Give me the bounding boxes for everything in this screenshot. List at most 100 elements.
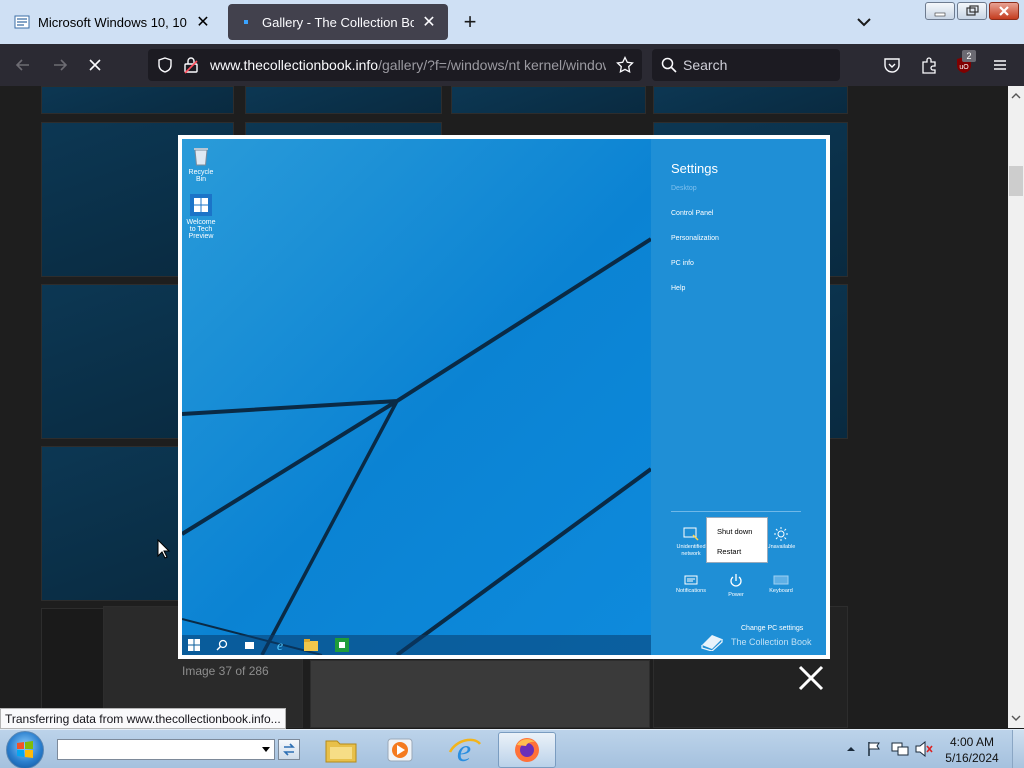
taskbar-app-internet-explorer[interactable]: e [438, 732, 490, 768]
vertical-scrollbar[interactable] [1008, 86, 1024, 728]
windows-taskbar: e 4:00 AM 5/16/2024 [0, 729, 1024, 768]
charm-item-personalization[interactable]: Personalization [671, 235, 719, 242]
clock-time: 4:00 AM [949, 735, 995, 749]
power-icon [730, 574, 742, 587]
taskbar-app-explorer[interactable] [315, 732, 367, 768]
quick-setting-notifications[interactable]: Notifications [674, 575, 708, 595]
scroll-down-arrow-icon[interactable] [1011, 714, 1021, 722]
network-status-icon[interactable] [891, 741, 909, 757]
charm-item-pc-info[interactable]: PC info [671, 260, 694, 267]
charm-title: Settings [671, 161, 718, 176]
recycle-bin-icon [194, 148, 208, 166]
status-panel: Transferring data from www.thecollection… [0, 708, 286, 729]
lightbox-image[interactable]: Recycle Bin Welcome to Tech Preview e Se… [178, 135, 830, 659]
desktop-icon-label: Welcome to Tech Preview [186, 219, 216, 240]
charm-item-desktop[interactable]: Desktop [671, 185, 697, 192]
pocket-icon[interactable] [879, 53, 905, 77]
quick-setting-power[interactable]: Power [719, 573, 753, 599]
tab-title: Gallery - The Collection Book [262, 14, 414, 30]
close-window-button[interactable] [989, 2, 1019, 20]
brightness-icon [774, 527, 788, 541]
dropdown-arrow-icon[interactable] [261, 746, 271, 754]
forward-arrow-icon[interactable] [47, 53, 73, 77]
mouse-cursor-icon [157, 539, 171, 559]
search-icon [661, 57, 677, 76]
menu-hamburger-icon[interactable] [987, 53, 1013, 77]
bookmark-star-icon[interactable] [616, 55, 634, 77]
minimize-button[interactable] [925, 2, 955, 20]
svg-text:e: e [277, 639, 283, 652]
file-explorer-icon [304, 639, 318, 651]
scroll-up-arrow-icon[interactable] [1011, 92, 1021, 100]
scrollbar-thumb[interactable] [1009, 166, 1023, 196]
extension-badge-count: 2 [962, 50, 976, 62]
list-all-tabs-chevron-icon[interactable] [852, 10, 876, 34]
gallery-thumbnail[interactable] [451, 86, 646, 114]
quick-setting-keyboard[interactable]: Keyboard [764, 575, 798, 595]
collection-book-watermark: The Collection Book [731, 637, 812, 647]
back-arrow-icon[interactable] [10, 53, 36, 77]
quick-setting-label: Unavailable [766, 544, 796, 550]
tab-gallery[interactable]: Gallery - The Collection Book ✕ [228, 4, 448, 40]
close-tab-icon[interactable]: ✕ [420, 12, 438, 32]
power-menu-restart[interactable]: Restart [717, 547, 741, 556]
go-arrows-icon [283, 743, 295, 756]
power-menu-shut-down[interactable]: Shut down [717, 527, 752, 536]
quick-setting-label: Keyboard [769, 588, 793, 594]
windows-page-icon [14, 14, 30, 30]
quick-setting-network[interactable]: Unidentified network [674, 527, 708, 558]
taskbar-address-go-button[interactable] [278, 739, 300, 760]
taskbar-address-input[interactable] [57, 739, 275, 760]
windows-10-screenshot: Recycle Bin Welcome to Tech Preview e Se… [182, 139, 826, 655]
svg-text:uO: uO [959, 64, 969, 71]
blue-dot-icon [238, 14, 254, 30]
network-icon [683, 527, 699, 541]
desktop-icon-label: Recycle Bin [188, 169, 214, 183]
store-icon [335, 638, 349, 652]
search-bar[interactable]: Search [652, 49, 840, 81]
search-placeholder: Search [683, 57, 728, 73]
close-tab-icon[interactable]: ✕ [194, 12, 212, 32]
quick-setting-label: Notifications [676, 588, 706, 594]
lock-warning-icon[interactable] [182, 56, 200, 77]
stop-loading-icon[interactable] [82, 53, 108, 77]
desktop-icon-welcome[interactable]: Welcome to Tech Preview [184, 193, 218, 240]
taskbar-app-firefox[interactable] [498, 732, 556, 768]
url-text[interactable]: www.thecollectionbook.info/gallery/?f=/w… [210, 57, 606, 73]
firefox-icon [515, 738, 539, 762]
quick-setting-label: Power [728, 592, 744, 598]
lightbox-close-icon[interactable] [797, 664, 825, 692]
url-path: /gallery/?f=/windows/nt kernel/windows 1… [378, 57, 606, 73]
task-view-icon [245, 642, 254, 649]
change-pc-settings-link[interactable]: Change PC settings [741, 625, 803, 632]
quick-setting-brightness[interactable]: Unavailable [764, 527, 798, 551]
extensions-puzzle-icon[interactable] [916, 53, 942, 77]
windows-flag-icon [17, 741, 33, 758]
gallery-thumbnail[interactable] [245, 86, 442, 114]
power-menu: Shut down Restart [706, 517, 768, 563]
taskbar-app-media-player[interactable] [374, 732, 426, 768]
show-desktop-button[interactable] [1012, 730, 1024, 768]
start-button[interactable] [6, 731, 44, 768]
url-bar[interactable]: www.thecollectionbook.info/gallery/?f=/w… [148, 49, 642, 81]
desktop-icon-recycle-bin[interactable]: Recycle Bin [184, 145, 218, 183]
volume-muted-icon[interactable] [915, 741, 933, 757]
shield-icon[interactable] [156, 56, 174, 77]
screenshot-taskbar: e [182, 635, 651, 655]
charm-item-control-panel[interactable]: Control Panel [671, 210, 713, 217]
settings-charm: Settings Desktop Control Panel Personali… [651, 139, 826, 655]
show-hidden-icons-arrow-icon[interactable] [846, 745, 856, 753]
tab-windows-10[interactable]: Microsoft Windows 10, 10.0.9888 ✕ [4, 4, 222, 40]
gallery-thumbnail[interactable] [653, 86, 848, 114]
tab-strip: Microsoft Windows 10, 10.0.9888 ✕ Galler… [0, 0, 1024, 44]
new-tab-button[interactable]: + [458, 8, 482, 36]
restore-button[interactable] [957, 2, 987, 20]
gallery-thumbnail[interactable] [310, 660, 650, 728]
charm-item-help[interactable]: Help [671, 285, 685, 292]
gallery-thumbnail[interactable] [41, 86, 234, 114]
tab-title: Microsoft Windows 10, 10.0.9888 [38, 14, 188, 30]
taskbar-clock[interactable]: 4:00 AM 5/16/2024 [940, 734, 1004, 766]
url-host: www.thecollectionbook.info [210, 57, 379, 73]
action-center-flag-icon[interactable] [866, 741, 882, 757]
internet-explorer-icon: e [277, 639, 283, 652]
